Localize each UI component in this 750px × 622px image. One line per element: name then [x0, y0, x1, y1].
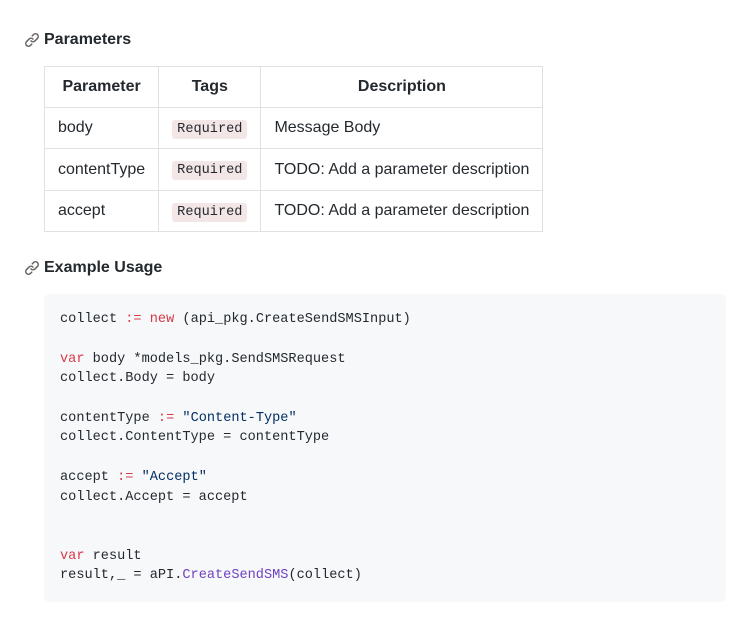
code-text: result,_ = aPI.	[60, 568, 182, 583]
th-tags: Tags	[159, 67, 261, 108]
code-text: body *models_pkg.SendSMSRequest	[84, 352, 345, 367]
cell-tag: Required	[159, 149, 261, 190]
code-text: (collect)	[288, 568, 361, 583]
tag-badge: Required	[172, 161, 247, 180]
code-kw: var	[60, 549, 84, 564]
heading-parameters-text: Parameters	[44, 28, 131, 52]
table-row: body Required Message Body	[45, 108, 543, 149]
tag-badge: Required	[172, 203, 247, 222]
cell-desc: TODO: Add a parameter description	[261, 190, 543, 231]
code-text: collect.ContentType = contentType	[60, 430, 329, 445]
code-text	[133, 470, 141, 485]
code-text: result	[84, 549, 141, 564]
code-kw: new	[150, 312, 174, 327]
code-text: accept	[60, 470, 117, 485]
code-text: (api_pkg.CreateSendSMSInput)	[174, 312, 411, 327]
cell-desc: TODO: Add a parameter description	[261, 149, 543, 190]
code-text: collect.Body = body	[60, 371, 215, 386]
cell-param: accept	[45, 190, 159, 231]
link-icon[interactable]	[24, 32, 40, 48]
code-text: contentType	[60, 411, 158, 426]
code-text	[142, 312, 150, 327]
th-description: Description	[261, 67, 543, 108]
code-str: "Content-Type"	[182, 411, 296, 426]
code-kw: var	[60, 352, 84, 367]
heading-example-usage-text: Example Usage	[44, 256, 162, 280]
code-block: collect := new (api_pkg.CreateSendSMSInp…	[44, 294, 726, 602]
code-op: :=	[158, 411, 174, 426]
code-text: collect	[60, 312, 125, 327]
cell-param: body	[45, 108, 159, 149]
cell-param: contentType	[45, 149, 159, 190]
table-row: accept Required TODO: Add a parameter de…	[45, 190, 543, 231]
cell-tag: Required	[159, 108, 261, 149]
cell-desc: Message Body	[261, 108, 543, 149]
code-str: "Accept"	[142, 470, 207, 485]
tag-badge: Required	[172, 120, 247, 139]
code-op: :=	[117, 470, 133, 485]
code-op: :=	[125, 312, 141, 327]
table-row: contentType Required TODO: Add a paramet…	[45, 149, 543, 190]
heading-example-usage: Example Usage	[24, 256, 726, 280]
th-parameter: Parameter	[45, 67, 159, 108]
code-fn: CreateSendSMS	[182, 568, 288, 583]
parameters-table: Parameter Tags Description body Required…	[44, 66, 543, 232]
heading-parameters: Parameters	[24, 28, 726, 52]
cell-tag: Required	[159, 190, 261, 231]
link-icon[interactable]	[24, 260, 40, 276]
code-text: collect.Accept = accept	[60, 490, 248, 505]
